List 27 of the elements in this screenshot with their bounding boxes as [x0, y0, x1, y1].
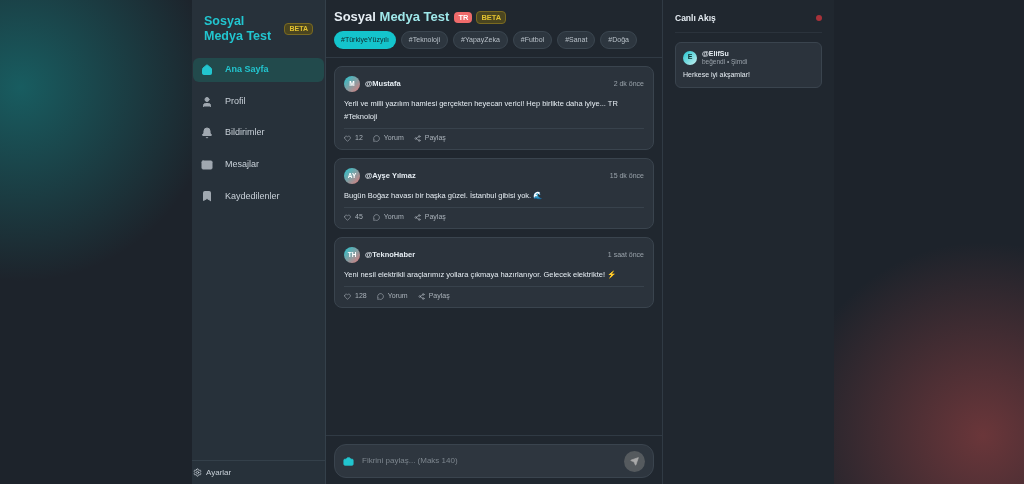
bookmark-icon: [201, 190, 213, 203]
share-icon: [417, 293, 425, 300]
send-button[interactable]: [624, 450, 645, 472]
speech-bubble-icon: [372, 214, 380, 221]
send-icon: [630, 456, 639, 466]
live-feed-title: Canlı Akış: [675, 11, 716, 25]
settings-button[interactable]: Ayarlar: [192, 466, 232, 479]
nav-item[interactable]: Kaydedilenler: [193, 184, 324, 209]
nav-item[interactable]: Ana Sayfa: [193, 58, 324, 82]
nav-item[interactable]: Bildirimler: [193, 121, 324, 146]
nav-item[interactable]: Mesajlar: [193, 152, 324, 177]
heart-icon: [344, 214, 351, 221]
share-icon: [413, 135, 421, 142]
speech-bubble-icon: [376, 293, 384, 300]
home-icon: [201, 64, 213, 76]
settings-icon: [193, 468, 202, 477]
brand-title: Sosyal Medya Test: [204, 14, 273, 44]
heart-icon: [344, 135, 351, 142]
page-title: Sosyal Medya Test: [334, 8, 450, 27]
bell-icon: [201, 127, 213, 140]
speech-bubble-icon: [372, 135, 380, 142]
heart-icon: [344, 293, 351, 300]
nav-item[interactable]: Profil: [193, 89, 324, 114]
post-input[interactable]: Fikrini paylaş... (Maks 140): [362, 455, 616, 467]
person-icon: [201, 95, 213, 108]
share-icon: [413, 214, 421, 221]
post-composer[interactable]: Fikrini paylaş... (Maks 140): [334, 444, 654, 478]
